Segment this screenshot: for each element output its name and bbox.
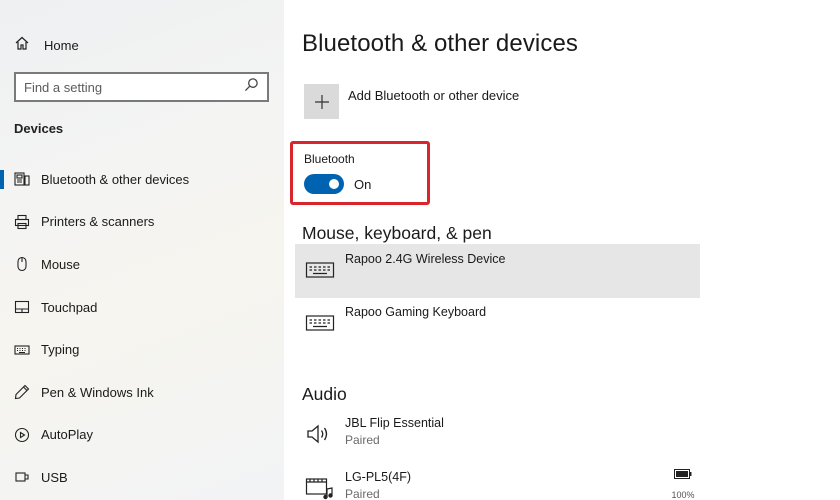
- battery-icon: [674, 469, 692, 479]
- toggle-knob: [329, 179, 339, 189]
- device-name: Rapoo Gaming Keyboard: [345, 305, 487, 319]
- sidebar-item-typing[interactable]: Typing: [0, 328, 284, 371]
- sidebar-item-label: Bluetooth & other devices: [41, 171, 190, 187]
- device-item[interactable]: Rapoo Gaming Keyboard: [295, 297, 700, 351]
- add-device-label: Add Bluetooth or other device: [348, 88, 520, 103]
- device-status: Paired: [345, 487, 380, 500]
- bluetooth-highlight-box: Bluetooth On: [290, 141, 430, 205]
- device-name: LG-PL5(4F): [345, 470, 411, 484]
- pen-icon: [14, 384, 30, 400]
- sidebar-item-autoplay[interactable]: AutoPlay: [0, 414, 284, 457]
- sidebar-item-label: Typing: [41, 342, 80, 358]
- sidebar-item-mouse[interactable]: Mouse: [0, 243, 284, 286]
- sidebar-item-touchpad[interactable]: Touchpad: [0, 286, 284, 329]
- section-audio: Audio: [302, 384, 347, 404]
- mouse-icon: [14, 256, 30, 272]
- sidebar: Home Devices Bluetooth & other devices: [0, 0, 284, 500]
- device-item[interactable]: JBL Flip Essential Paired: [295, 408, 700, 462]
- usb-icon: [14, 469, 30, 485]
- search-box[interactable]: [14, 72, 269, 102]
- sidebar-item-label: AutoPlay: [41, 427, 94, 443]
- printer-icon: [14, 214, 30, 230]
- touchpad-icon: [14, 299, 30, 315]
- nav-home[interactable]: Home: [14, 34, 79, 56]
- bluetooth-devices-icon: [14, 171, 30, 187]
- sidebar-item-label: Touchpad: [41, 299, 98, 315]
- autoplay-icon: [14, 427, 30, 443]
- media-device-icon: [305, 476, 335, 500]
- search-input[interactable]: [24, 79, 234, 95]
- nav-home-label: Home: [44, 37, 79, 53]
- speaker-icon: [305, 422, 335, 446]
- keyboard-icon: [305, 311, 335, 335]
- add-device-tile[interactable]: [304, 84, 339, 119]
- keyboard-icon: [305, 258, 335, 282]
- device-status: Paired: [345, 433, 380, 447]
- section-mouse-keyboard-pen: Mouse, keyboard, & pen: [302, 223, 492, 243]
- sidebar-item-printers[interactable]: Printers & scanners: [0, 201, 284, 244]
- device-item[interactable]: LG-PL5(4F) Paired 100%: [295, 462, 700, 500]
- battery-percent: 100%: [671, 490, 695, 500]
- sidebar-section-title: Devices: [14, 121, 64, 136]
- home-icon: [14, 35, 30, 56]
- main-content: Bluetooth & other devices Add Bluetooth …: [284, 0, 840, 500]
- sidebar-item-label: Printers & scanners: [41, 214, 155, 230]
- sidebar-nav: Bluetooth & other devices Printers & sca…: [0, 158, 284, 499]
- device-name: JBL Flip Essential: [345, 416, 444, 430]
- page-title: Bluetooth & other devices: [302, 30, 579, 57]
- keyboard-icon: [14, 342, 30, 358]
- bluetooth-toggle[interactable]: [304, 174, 344, 194]
- bluetooth-label: Bluetooth: [304, 152, 355, 166]
- search-icon[interactable]: [244, 77, 259, 97]
- battery-indicator: 100%: [671, 466, 695, 500]
- device-item[interactable]: Rapoo 2.4G Wireless Device: [295, 244, 700, 298]
- sidebar-item-bluetooth[interactable]: Bluetooth & other devices: [0, 158, 284, 201]
- sidebar-item-label: Mouse: [41, 256, 81, 272]
- bluetooth-state: On: [354, 177, 372, 192]
- sidebar-item-pen[interactable]: Pen & Windows Ink: [0, 371, 284, 414]
- sidebar-item-label: USB: [41, 469, 68, 485]
- add-device-button[interactable]: Add Bluetooth or other device: [304, 84, 519, 119]
- plus-icon: [314, 94, 329, 109]
- sidebar-item-usb[interactable]: USB: [0, 456, 284, 499]
- sidebar-item-label: Pen & Windows Ink: [41, 384, 154, 400]
- device-name: Rapoo 2.4G Wireless Device: [345, 252, 506, 266]
